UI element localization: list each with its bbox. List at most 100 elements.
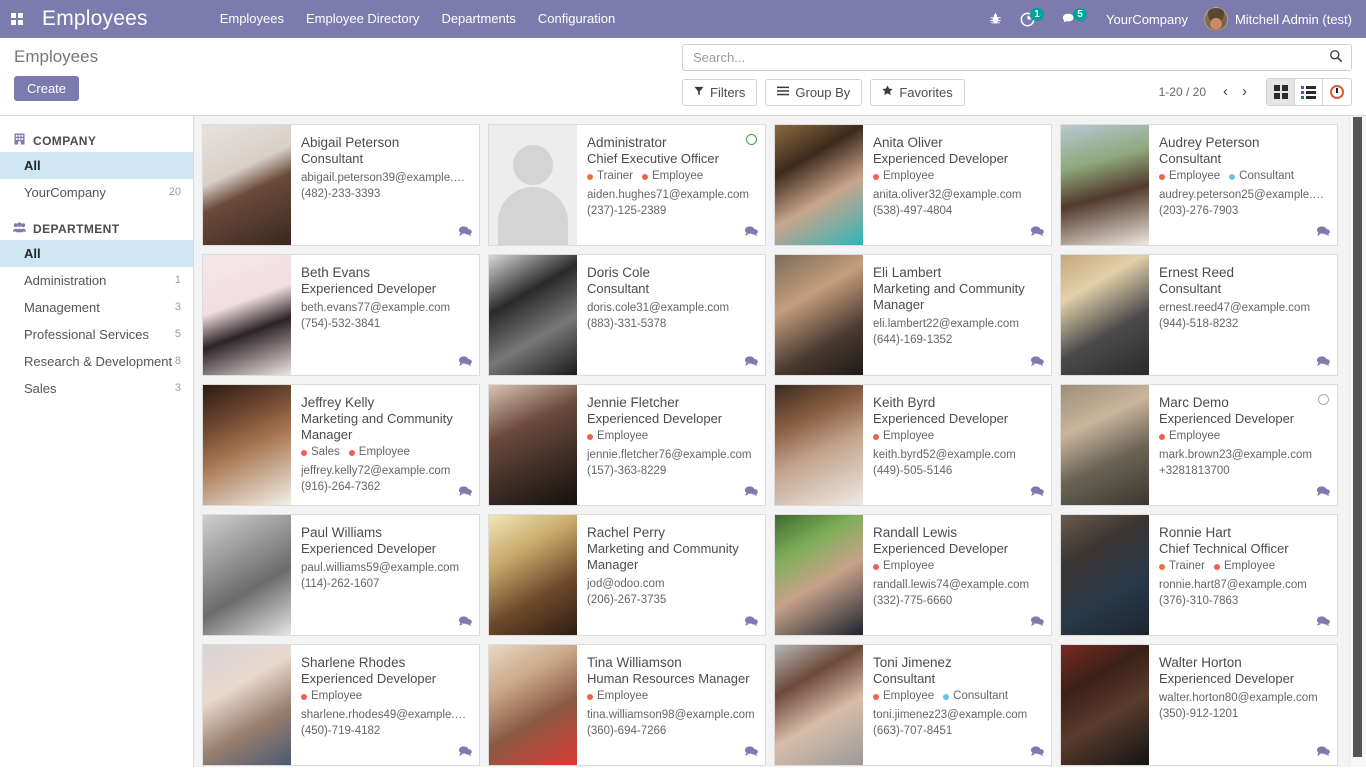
employee-card[interactable]: Paul Williams Experienced Developer paul.w… — [202, 514, 480, 636]
chat-icon[interactable] — [458, 485, 472, 499]
bug-icon[interactable] — [980, 0, 1011, 38]
sidebar-item-department-all[interactable]: All — [0, 240, 193, 267]
chat-icon[interactable] — [1030, 485, 1044, 499]
employee-card[interactable]: Marc Demo Experienced Developer Employee ma… — [1060, 384, 1338, 506]
sidebar-item-label: All — [24, 158, 41, 173]
employee-tag-label: Employee — [883, 430, 935, 442]
chat-icon[interactable] — [744, 615, 758, 629]
menu-item-configuration[interactable]: Configuration — [527, 0, 626, 38]
employee-name: Toni Jimenez — [873, 655, 952, 670]
menu-item-employees[interactable]: Employees — [209, 0, 295, 38]
pager: 1-20 / 20 ‹ › — [1159, 78, 1352, 106]
tag-dot-icon — [1229, 173, 1236, 180]
kanban-view-button[interactable] — [1267, 79, 1295, 105]
employee-name: Walter Horton — [1159, 655, 1242, 670]
chat-icon[interactable] — [1316, 485, 1330, 499]
employee-tag-label: Employee — [883, 170, 935, 182]
sidebar-item-yourcompany[interactable]: YourCompany 20 — [0, 179, 193, 206]
sidebar-item-management[interactable]: Management 3 — [0, 294, 193, 321]
employee-tag-label: Employee — [358, 446, 410, 458]
employee-card[interactable]: Audrey Peterson Consultant Employee Consult… — [1060, 124, 1338, 246]
pager-next-button[interactable]: › — [1235, 82, 1254, 102]
scrollbar-thumb[interactable] — [1353, 117, 1362, 757]
messages-icon-wrap[interactable]: 5 — [1053, 0, 1096, 38]
chat-icon[interactable] — [1030, 225, 1044, 239]
employee-card[interactable]: Ernest Reed Consultant ernest.reed47@examp… — [1060, 254, 1338, 376]
employee-photo — [489, 125, 577, 245]
chat-icon[interactable] — [744, 745, 758, 759]
employee-photo — [1061, 515, 1149, 635]
employee-name: Randall Lewis — [873, 525, 958, 540]
filters-button[interactable]: Filters — [682, 78, 758, 106]
sidebar-item-company-all[interactable]: All — [0, 152, 193, 179]
apps-menu-toggle[interactable] — [0, 0, 34, 38]
chat-icon[interactable] — [1316, 745, 1330, 759]
create-button[interactable]: Create — [14, 76, 80, 101]
chat-icon[interactable] — [458, 745, 472, 759]
scrollbar-track[interactable] — [1349, 116, 1366, 767]
employee-card[interactable]: Abigail Peterson Consultant abigail.peters… — [202, 124, 480, 246]
chat-icon[interactable] — [458, 225, 472, 239]
employee-tags: Employee — [873, 429, 1041, 444]
sidebar-item-professional-services[interactable]: Professional Services 5 — [0, 321, 193, 348]
user-name-label: Mitchell Admin (test) — [1234, 11, 1352, 27]
breadcrumb[interactable]: Employees — [14, 44, 98, 70]
employee-card[interactable]: Rachel Perry Marketing and Community Mana… — [488, 514, 766, 636]
activity-view-button[interactable] — [1323, 79, 1351, 105]
search-view[interactable] — [682, 44, 1352, 71]
employee-card[interactable]: Toni Jimenez Consultant Employee Consultant… — [774, 644, 1052, 766]
user-menu[interactable]: Mitchell Admin (test) — [1198, 7, 1356, 31]
employee-job-title: Experienced Developer — [587, 411, 723, 426]
list-view-button[interactable] — [1295, 79, 1323, 105]
chat-icon[interactable] — [458, 615, 472, 629]
employee-card[interactable]: Eli Lambert Marketing and Community Manag… — [774, 254, 1052, 376]
activity-clock-icon-wrap[interactable]: 1 — [1011, 0, 1053, 38]
employee-status-icon — [1318, 394, 1329, 405]
group-by-button[interactable]: Group By — [765, 78, 863, 106]
sidebar-item-count: 20 — [168, 186, 181, 198]
employee-card[interactable]: Jeffrey Kelly Marketing and Community Man… — [202, 384, 480, 506]
employee-card[interactable]: Walter Horton Experienced Developer walter… — [1060, 644, 1338, 766]
chat-icon[interactable] — [744, 485, 758, 499]
chat-icon[interactable] — [1316, 615, 1330, 629]
chat-icon[interactable] — [1316, 225, 1330, 239]
favorites-button[interactable]: Favorites — [870, 78, 965, 106]
search-input[interactable] — [691, 49, 1329, 66]
employee-card[interactable]: Jennie Fletcher Experienced Developer Empl… — [488, 384, 766, 506]
employee-card[interactable]: Randall Lewis Experienced Developer Employ… — [774, 514, 1052, 636]
menu-item-employee-directory[interactable]: Employee Directory — [295, 0, 430, 38]
pager-previous-button[interactable]: ‹ — [1216, 82, 1235, 102]
employee-card[interactable]: Keith Byrd Experienced Developer Employee k… — [774, 384, 1052, 506]
sidebar-item-sales[interactable]: Sales 3 — [0, 375, 193, 402]
employee-photo — [775, 125, 863, 245]
company-switcher[interactable]: YourCompany — [1096, 12, 1198, 27]
chat-icon[interactable] — [1030, 745, 1044, 759]
employee-phone: (114)-262-1607 — [301, 578, 380, 590]
employee-card[interactable]: Tina Williamson Human Resources Manager Em… — [488, 644, 766, 766]
employee-card[interactable]: Administrator Chief Executive Officer Trai… — [488, 124, 766, 246]
grid-apps-icon — [11, 13, 23, 25]
sidebar-item-research-development[interactable]: Research & Development 8 — [0, 348, 193, 375]
employee-card[interactable]: Anita Oliver Experienced Developer Employe… — [774, 124, 1052, 246]
chat-icon[interactable] — [744, 225, 758, 239]
employee-card[interactable]: Ronnie Hart Chief Technical Officer Traine… — [1060, 514, 1338, 636]
app-brand-title[interactable]: Employees — [34, 7, 154, 31]
employee-card[interactable]: Sharlene Rhodes Experienced Developer Empl… — [202, 644, 480, 766]
search-icon[interactable] — [1329, 49, 1343, 66]
employee-card[interactable]: Beth Evans Experienced Developer beth.evan… — [202, 254, 480, 376]
employee-card-body: Walter Horton Experienced Developer walter… — [1149, 645, 1337, 765]
chat-icon[interactable] — [744, 355, 758, 369]
menu-item-departments[interactable]: Departments — [430, 0, 526, 38]
navbar-right-group: 1 5 YourCompany Mitchell Admin (test) — [980, 0, 1366, 38]
chat-icon[interactable] — [458, 355, 472, 369]
chat-icon[interactable] — [1316, 355, 1330, 369]
employee-card[interactable]: Doris Cole Consultant doris.cole31@example… — [488, 254, 766, 376]
control-panel-buttons: Filters Group By Favorites 1-20 / 20 ‹ › — [682, 78, 1352, 106]
chat-icon[interactable] — [1030, 355, 1044, 369]
sidebar-item-administration[interactable]: Administration 1 — [0, 267, 193, 294]
employee-job-title: Experienced Developer — [1159, 411, 1295, 426]
chat-icon[interactable] — [1030, 615, 1044, 629]
employee-job-title: Consultant — [587, 281, 650, 296]
employee-name: Anita Oliver — [873, 135, 943, 150]
employee-email: beth.evans77@example.com — [301, 302, 451, 314]
